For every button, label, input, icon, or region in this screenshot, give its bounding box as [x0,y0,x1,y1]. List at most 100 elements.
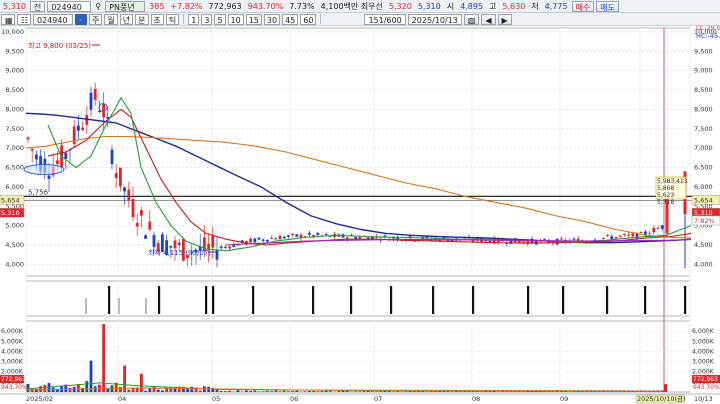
open-label: 시 [446,1,455,11]
price-tick-right: 4,000 [694,260,713,268]
left-volume-marker-text: 772,963 [1,376,26,383]
price-tick-right: 7,000 [694,144,713,152]
left-price-marker-text: 5,310 [1,209,20,217]
candle-body [660,225,664,229]
signal-bar [644,286,647,314]
period-tab-1[interactable]: 월 [104,13,118,25]
period-tab-2[interactable]: 년 [119,13,134,25]
cluster-label: 5,868 [657,185,674,192]
candle-body [266,239,269,242]
signal-bar [606,286,609,314]
volume-bar [249,390,252,392]
volume-bar [362,390,366,392]
candle-body [173,240,177,249]
x-tick-label: 04 [118,395,126,403]
candle-body [572,238,576,240]
page-counter[interactable]: 151/600 [364,13,406,25]
period-tab-0[interactable]: 주 [89,13,103,25]
high-price: 5,630 [502,1,526,11]
interval-tab-6[interactable]: 45 [282,13,299,25]
volume-bar [664,384,667,392]
candle-body [518,240,521,243]
volume-bar [480,391,483,392]
volume-bar [219,390,223,392]
volume-bar [119,386,122,392]
price-tick-left: 9,000 [5,67,24,75]
interval-tab-5[interactable]: 30 [263,13,281,25]
next-button[interactable]: ▶ [497,13,512,25]
volume-bar [261,391,265,392]
period-tab-5[interactable]: 틱 [165,13,180,25]
x-tick-label: 07 [374,395,382,403]
left-volume-marker-pct: 943.70% [1,384,28,391]
interval-tab-0[interactable]: 1 [188,13,200,25]
search-icon[interactable]: ⚲ [92,1,104,12]
interval-tabs: 1 3 5 10 15 30 45 60 [187,13,317,25]
candle-body [110,149,114,165]
volume-bar [518,391,521,392]
candle-body [627,234,630,236]
price-change-pct: +7.82% [170,1,203,11]
chart-type-icon[interactable]: ▦ [1,13,15,25]
price-tick-left: 4,000 [5,260,24,268]
price-tick-right: 8,500 [694,86,713,94]
volume-bar [345,390,349,392]
candle-body [644,231,647,235]
stock-code-input[interactable]: 024940 [47,0,92,12]
stock-chart[interactable]: 10,000 10,0009,500 9,5009,000 9,0008,500 8,5… [0,26,720,404]
volume-pct: 943.70% [247,1,284,11]
day-tab[interactable]: · [75,13,87,25]
period-tab-4[interactable]: 초 [150,13,164,25]
volume-bar [270,391,273,392]
candle-body [261,239,265,241]
volume-bar [358,391,362,392]
stock-code-input-2[interactable]: 024940 [33,13,73,25]
calendar-icon[interactable]: ▧ [463,13,480,25]
interval-tab-2[interactable]: 5 [214,13,226,25]
x-tick-label: 10/13 [694,395,713,403]
volume-bar [85,381,89,392]
signal-bar [350,286,353,314]
best-ask: 5,320 [388,1,412,11]
price-marker-text: 5,654 [694,196,713,204]
signal-bar [527,286,530,314]
current-price: 5,310 [3,1,26,11]
signal-bar [312,286,315,314]
volume-bar [245,390,248,392]
volume-bar [278,391,282,392]
interval-tab-4[interactable]: 15 [245,13,262,25]
price-tick-left: 4,500 [5,241,24,249]
price-tick-left: 7,000 [5,144,24,152]
candle-body [249,238,252,243]
price-tick-left: 8,000 [5,105,24,113]
x-tick-label: 06 [290,395,298,403]
signal-bar [252,286,255,314]
cluster-label: 5,983,413 [657,178,688,185]
volume-bar [198,390,202,392]
stock-name-field[interactable]: PN풍년 [105,0,146,12]
candle-body [295,234,299,237]
date-input[interactable]: 2025/10/13 [407,13,462,25]
sell-button[interactable]: 매도 [596,0,620,12]
chart-background [0,26,720,404]
candle-body [253,238,257,243]
buy-button[interactable]: 매수 [571,0,595,12]
interval-tab-7[interactable]: 60 [300,13,317,25]
price-tick-right: 9,000 [694,67,713,75]
volume-bar [127,389,131,392]
interval-tab-3[interactable]: 10 [227,13,244,25]
interval-tab-1[interactable]: 3 [201,13,213,25]
signal-bar-minor [145,298,147,314]
market-kind-select[interactable]: 전 [29,0,46,12]
indicator-icon[interactable]: ☷ [17,13,31,25]
prev-button[interactable]: ◀ [481,13,496,25]
volume-tick-left: 4,000K [1,348,24,355]
volume-bar [295,390,299,392]
period-tab-3[interactable]: 분 [135,13,149,25]
volume-bar [450,391,454,392]
candle-body [135,222,139,227]
candle-body [56,160,59,164]
candle-body [127,189,131,201]
volume-bar [228,390,231,392]
signal-bar [684,286,687,314]
